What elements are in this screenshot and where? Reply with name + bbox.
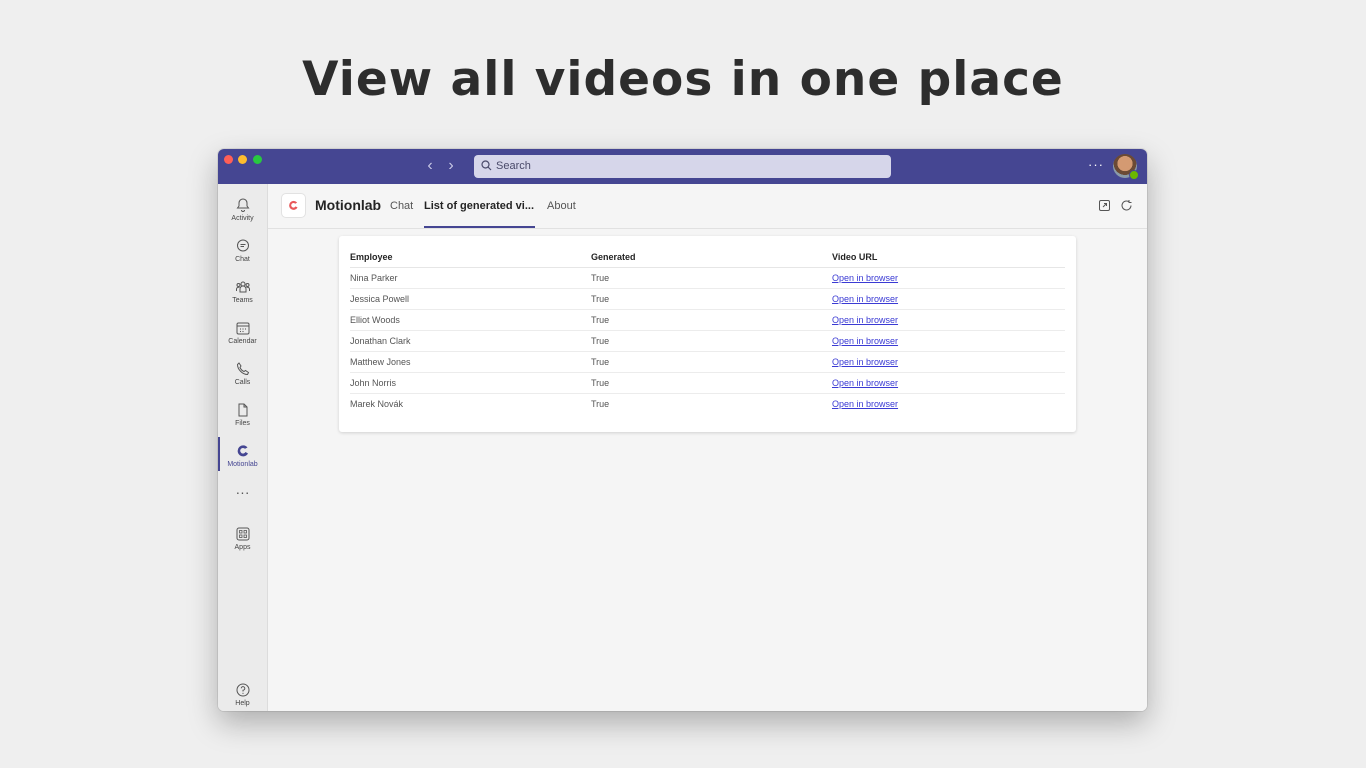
- forward-arrow-icon[interactable]: ›: [443, 158, 459, 174]
- table-row: Matthew Jones True Open in browser: [350, 352, 1065, 373]
- rail-label: Teams: [232, 297, 253, 304]
- minimize-window-button[interactable]: [238, 155, 247, 164]
- generated-cell: True: [591, 289, 832, 310]
- column-header-employee: Employee: [350, 246, 591, 268]
- open-in-browser-link[interactable]: Open in browser: [832, 315, 898, 325]
- active-tab-indicator: [424, 226, 535, 228]
- rail-label: Files: [235, 420, 250, 427]
- refresh-icon[interactable]: [1120, 199, 1133, 212]
- employee-cell: John Norris: [350, 373, 591, 394]
- main-content: Motionlab Chat List of generated vi... A…: [268, 184, 1147, 711]
- search-placeholder: Search: [496, 160, 531, 172]
- rail-more-button[interactable]: ···: [218, 480, 267, 504]
- back-arrow-icon[interactable]: ‹: [422, 158, 438, 174]
- phone-icon: [236, 362, 249, 376]
- page-headline: View all videos in one place: [302, 52, 1064, 107]
- videos-table: Employee Generated Video URL Nina Parker…: [350, 246, 1065, 414]
- table-row: Marek Novák True Open in browser: [350, 394, 1065, 414]
- avatar[interactable]: [1113, 154, 1139, 180]
- presence-status-icon: [1129, 170, 1139, 180]
- teams-window: ‹ › Search ··· Activity Chat Teams Calen…: [218, 149, 1147, 711]
- app-rail: Activity Chat Teams Calendar Calls Files…: [218, 184, 268, 711]
- video-url-cell: Open in browser: [832, 268, 1065, 289]
- rail-item-help[interactable]: Help: [218, 674, 267, 711]
- employee-cell: Nina Parker: [350, 268, 591, 289]
- video-url-cell: Open in browser: [832, 352, 1065, 373]
- rail-label: Chat: [235, 256, 250, 263]
- more-apps-icon: ···: [235, 484, 250, 500]
- table-row: Nina Parker True Open in browser: [350, 268, 1065, 289]
- bell-icon: [236, 198, 249, 212]
- employee-cell: Matthew Jones: [350, 352, 591, 373]
- app-title: Motionlab: [315, 197, 382, 213]
- rail-item-calls[interactable]: Calls: [218, 353, 267, 393]
- open-in-browser-link[interactable]: Open in browser: [832, 273, 898, 283]
- more-options-icon[interactable]: ···: [1088, 157, 1104, 172]
- file-icon: [238, 403, 247, 417]
- help-icon: [236, 683, 249, 697]
- employee-cell: Elliot Woods: [350, 310, 591, 331]
- rail-label: Calendar: [228, 338, 257, 345]
- rail-label: Activity: [231, 215, 254, 222]
- rail-label: Calls: [234, 379, 251, 386]
- open-in-browser-link[interactable]: Open in browser: [832, 378, 898, 388]
- title-bar: ‹ › Search ···: [218, 149, 1147, 184]
- generated-cell: True: [591, 310, 832, 331]
- apps-icon: [236, 527, 249, 541]
- teams-icon: [235, 281, 250, 293]
- open-in-browser-link[interactable]: Open in browser: [832, 399, 898, 409]
- calendar-icon: [236, 322, 249, 335]
- tab-list-of-generated-videos[interactable]: List of generated vi...: [424, 200, 534, 212]
- table-header-row: Employee Generated Video URL: [350, 246, 1065, 268]
- rail-label: Apps: [234, 544, 251, 551]
- rail-item-teams[interactable]: Teams: [218, 271, 267, 311]
- motionlab-icon: [237, 445, 248, 457]
- rail-item-apps[interactable]: Apps: [218, 518, 267, 558]
- rail-item-motionlab[interactable]: Motionlab: [218, 435, 267, 475]
- table-row: John Norris True Open in browser: [350, 373, 1065, 394]
- open-in-browser-link[interactable]: Open in browser: [832, 357, 898, 367]
- rail-item-activity[interactable]: Activity: [218, 189, 267, 229]
- video-url-cell: Open in browser: [832, 310, 1065, 331]
- generated-cell: True: [591, 331, 832, 352]
- search-icon: [481, 160, 492, 171]
- rail-item-files[interactable]: Files: [218, 394, 267, 434]
- table-row: Jonathan Clark True Open in browser: [350, 331, 1065, 352]
- motionlab-logo-icon: [282, 194, 305, 217]
- open-in-browser-link[interactable]: Open in browser: [832, 336, 898, 346]
- open-in-browser-link[interactable]: Open in browser: [832, 294, 898, 304]
- search-input[interactable]: Search: [474, 155, 891, 178]
- maximize-window-button[interactable]: [253, 155, 262, 164]
- pop-out-icon[interactable]: [1098, 199, 1111, 212]
- rail-item-calendar[interactable]: Calendar: [218, 312, 267, 352]
- generated-cell: True: [591, 352, 832, 373]
- tab-about[interactable]: About: [547, 200, 576, 212]
- table-row: Jessica Powell True Open in browser: [350, 289, 1065, 310]
- videos-table-card: Employee Generated Video URL Nina Parker…: [339, 236, 1076, 432]
- generated-cell: True: [591, 268, 832, 289]
- chat-icon: [236, 239, 249, 252]
- tab-chat[interactable]: Chat: [390, 200, 413, 212]
- employee-cell: Jessica Powell: [350, 289, 591, 310]
- video-url-cell: Open in browser: [832, 289, 1065, 310]
- rail-label: Help: [235, 700, 250, 707]
- table-row: Elliot Woods True Open in browser: [350, 310, 1065, 331]
- video-url-cell: Open in browser: [832, 331, 1065, 352]
- app-header: Motionlab Chat List of generated vi... A…: [268, 184, 1147, 229]
- employee-cell: Jonathan Clark: [350, 331, 591, 352]
- video-url-cell: Open in browser: [832, 373, 1065, 394]
- active-indicator: [218, 437, 220, 471]
- generated-cell: True: [591, 399, 610, 409]
- generated-cell: True: [591, 373, 832, 394]
- rail-label: Motionlab: [227, 461, 258, 468]
- video-url-cell: Open in browser: [832, 394, 1065, 414]
- rail-item-chat[interactable]: Chat: [218, 230, 267, 270]
- employee-cell: Marek Novák: [350, 399, 404, 409]
- column-header-video-url: Video URL: [832, 246, 1065, 268]
- close-window-button[interactable]: [224, 155, 233, 164]
- column-header-generated: Generated: [591, 246, 832, 268]
